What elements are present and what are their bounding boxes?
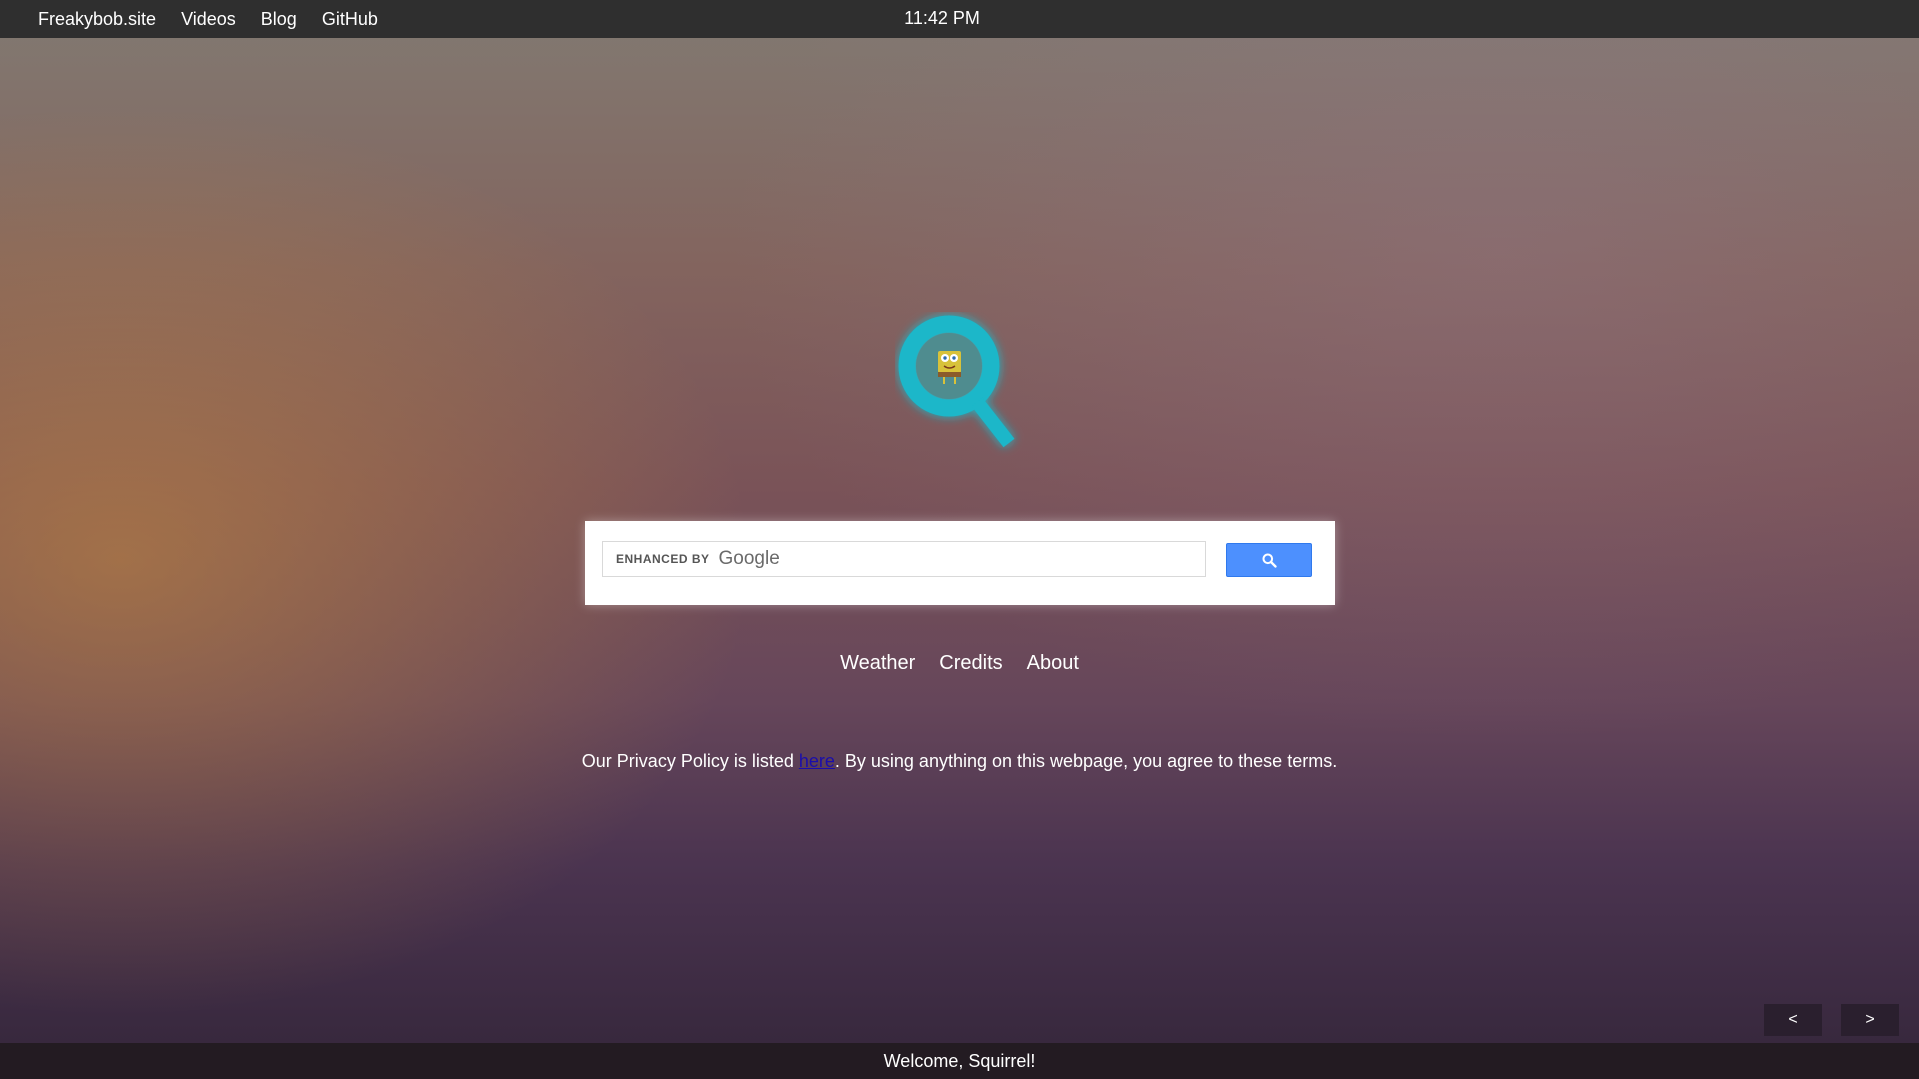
privacy-text-after: . By using anything on this webpage, you…: [834, 751, 1338, 771]
magnifier-logo-icon: [898, 315, 1015, 448]
privacy-notice: Our Privacy Policy is listed here. By us…: [0, 751, 1919, 772]
secondary-links: Weather Credits About: [0, 652, 1919, 675]
privacy-text-before: Our Privacy Policy is listed: [581, 751, 799, 771]
link-credits[interactable]: Credits: [939, 652, 1002, 675]
welcome-message: Welcome, Squirrel!: [883, 1051, 1036, 1071]
link-about[interactable]: About: [1027, 652, 1079, 675]
search-icon: [1262, 553, 1277, 568]
search-input[interactable]: [603, 542, 1205, 576]
previous-background-button[interactable]: <: [1764, 1004, 1822, 1036]
welcome-bar: Welcome, Squirrel!: [0, 1043, 1919, 1079]
site-logo: [895, 312, 1025, 462]
search-box: ENHANCED BY Google: [585, 521, 1335, 605]
search-button[interactable]: [1226, 543, 1312, 577]
clock: 11:42 PM: [904, 8, 980, 28]
search-input-wrapper: ENHANCED BY Google: [602, 541, 1206, 577]
top-nav-bar: Freakybob.site Videos Blog GitHub 11:42 …: [0, 0, 1919, 38]
link-weather[interactable]: Weather: [840, 652, 915, 675]
privacy-policy-link[interactable]: here: [799, 751, 835, 771]
next-background-button[interactable]: >: [1841, 1004, 1899, 1036]
